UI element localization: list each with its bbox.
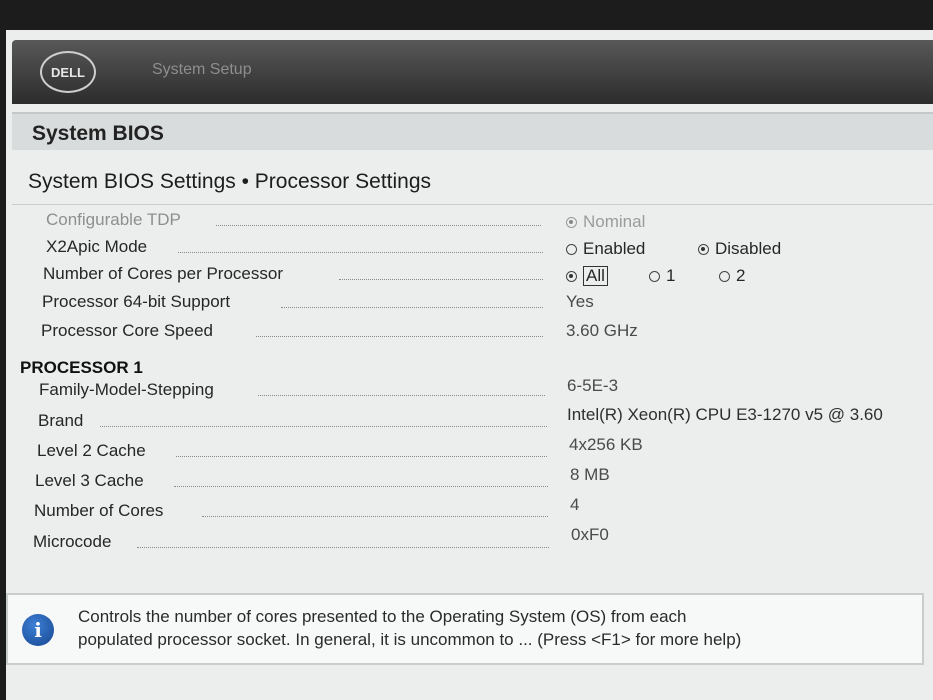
radio-cores-all[interactable]: All <box>566 266 608 286</box>
help-text-line-2: populated processor socket. In general, … <box>78 630 742 649</box>
radio-x2apic-disabled[interactable]: Disabled <box>698 239 781 259</box>
leader-dots <box>137 547 549 548</box>
leader-dots <box>281 307 543 308</box>
leader-dots <box>202 516 548 517</box>
setting-label: Processor 64-bit Support <box>42 292 231 311</box>
dell-logo: DELL <box>40 51 96 93</box>
page-title: System BIOS <box>32 122 164 145</box>
info-label: Brand <box>38 411 84 430</box>
info-row-brand: Brand Intel(R) Xeon(R) CPU E3-1270 v5 @ … <box>6 405 933 437</box>
radio-unselected-icon <box>566 243 577 255</box>
setting-label: Processor Core Speed <box>41 321 213 340</box>
info-row-number-of-cores: Number of Cores 4 <box>6 495 933 527</box>
help-panel: i Controls the number of cores presented… <box>6 593 924 665</box>
setting-value: 3.60 GHz <box>566 321 638 340</box>
header-bar: DELL System Setup <box>12 40 933 104</box>
info-value: Intel(R) Xeon(R) CPU E3-1270 v5 @ 3.60 <box>567 405 883 424</box>
breadcrumb: System BIOS Settings • Processor Setting… <box>28 170 432 193</box>
setting-label: X2Apic Mode <box>46 237 148 256</box>
setting-row-configurable-tdp: Configurable TDP Nominal <box>6 210 933 236</box>
leader-dots <box>174 486 548 487</box>
setting-label: Configurable TDP <box>46 210 181 229</box>
divider <box>12 204 933 205</box>
info-label: Microcode <box>33 532 112 551</box>
radio-selected-icon <box>566 270 577 282</box>
radio-nominal: Nominal <box>566 212 645 232</box>
section-heading-processor-1: PROCESSOR 1 <box>20 358 143 377</box>
page-title-band: System BIOS <box>12 112 933 150</box>
radio-x2apic-enabled[interactable]: Enabled <box>566 239 645 259</box>
info-label: Number of Cores <box>34 501 164 520</box>
leader-dots <box>258 395 545 396</box>
leader-dots <box>100 426 547 427</box>
radio-unselected-icon <box>649 270 660 282</box>
leader-dots <box>339 279 543 280</box>
info-icon: i <box>22 614 54 646</box>
leader-dots <box>178 252 543 253</box>
radio-selected-icon <box>566 216 577 228</box>
info-row-l2-cache: Level 2 Cache 4x256 KB <box>6 435 933 467</box>
radio-cores-2[interactable]: 2 <box>719 266 745 286</box>
info-value: 4x256 KB <box>569 435 643 454</box>
radio-label: 1 <box>666 266 676 285</box>
radio-selected-icon <box>698 243 709 255</box>
radio-label: Enabled <box>583 239 646 258</box>
setting-label: Number of Cores per Processor <box>43 264 283 283</box>
setting-row-64bit-support: Processor 64-bit Support Yes <box>6 292 933 318</box>
info-value: 4 <box>570 495 580 514</box>
info-label: Family-Model-Stepping <box>39 380 214 399</box>
radio-label: All <box>583 266 608 286</box>
setting-row-x2apic-mode: X2Apic Mode Enabled Disabled <box>6 237 933 263</box>
info-value: 6-5E-3 <box>567 376 619 395</box>
radio-label: Nominal <box>583 212 646 231</box>
info-label: Level 3 Cache <box>35 471 144 490</box>
help-text-line-1: Controls the number of cores presented t… <box>78 607 687 626</box>
bios-screen: DELL System Setup System BIOS System BIO… <box>6 30 933 700</box>
radio-label: Disabled <box>715 239 782 258</box>
setting-row-core-speed: Processor Core Speed 3.60 GHz <box>6 321 933 347</box>
leader-dots <box>256 336 543 337</box>
setting-value: Yes <box>566 292 594 311</box>
info-row-l3-cache: Level 3 Cache 8 MB <box>6 465 933 497</box>
info-value: 0xF0 <box>571 525 609 544</box>
radio-cores-1[interactable]: 1 <box>649 266 675 286</box>
help-text: Controls the number of cores presented t… <box>78 605 908 651</box>
info-value: 8 MB <box>570 465 610 484</box>
radio-unselected-icon <box>719 270 730 282</box>
app-title: System Setup <box>152 61 252 78</box>
radio-label: 2 <box>736 266 746 285</box>
info-label: Level 2 Cache <box>37 441 146 460</box>
leader-dots <box>176 456 547 457</box>
info-row-family-model-stepping: Family-Model-Stepping 6-5E-3 <box>6 376 933 406</box>
leader-dots <box>216 225 541 226</box>
setting-row-cores-per-processor: Number of Cores per Processor All 1 2 <box>6 264 933 290</box>
info-row-microcode: Microcode 0xF0 <box>6 525 933 558</box>
